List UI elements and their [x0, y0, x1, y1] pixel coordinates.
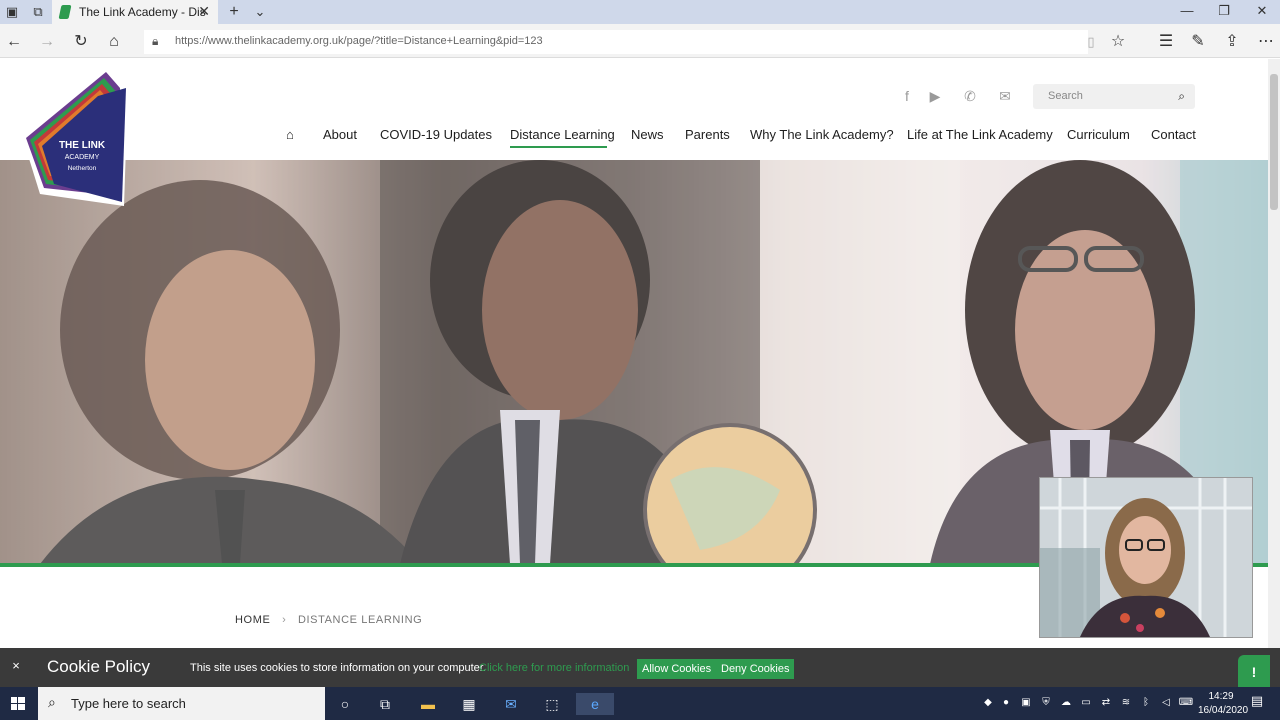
cookie-info-link[interactable]: Click here for more information	[479, 662, 629, 674]
phone-icon[interactable]: ✆	[961, 88, 979, 104]
cookie-message: This site uses cookies to store informat…	[190, 662, 486, 674]
action-center-icon[interactable]: ▤	[1248, 693, 1266, 713]
nav-life-at-link-academy[interactable]: Life at The Link Academy	[907, 127, 1053, 142]
more-menu-icon[interactable]: ⋯	[1256, 32, 1276, 52]
tab-title: The Link Academy - Dis	[79, 5, 206, 19]
cortana-icon[interactable]: ○	[334, 693, 356, 715]
mail-icon[interactable]: ✉	[500, 693, 522, 715]
bluetooth-icon[interactable]: ᛒ	[1138, 697, 1154, 708]
logo-line-3: Netherton	[68, 165, 97, 172]
edge-browser-icon[interactable]: e	[576, 693, 614, 715]
microphone-icon[interactable]: ●	[998, 697, 1014, 708]
battery-icon[interactable]: ▭	[1078, 697, 1094, 708]
breadcrumb-current: DISTANCE LEARNING	[297, 614, 423, 626]
nav-active-indicator	[510, 146, 607, 148]
wifi-icon[interactable]: ≋	[1118, 697, 1134, 708]
clock-time: 14:29	[1208, 691, 1234, 702]
taskbar-clock[interactable]: 14:29 16/04/2020	[1198, 690, 1249, 718]
nav-about[interactable]: About	[323, 127, 357, 142]
email-icon[interactable]: ✉	[996, 88, 1014, 104]
windows-logo-icon	[11, 697, 25, 710]
browser-tab[interactable]: The Link Academy - Dis ✕	[52, 0, 218, 24]
taskbar-search-input[interactable]: ⌕ Type here to search	[38, 687, 325, 720]
set-tabs-aside-icon[interactable]: ⧉	[30, 4, 46, 20]
minimize-window-button[interactable]: —	[1172, 3, 1202, 21]
maximize-window-button[interactable]: ❐	[1209, 3, 1239, 21]
logo-line-1: THE LINK	[59, 140, 106, 151]
allow-cookies-button[interactable]: Allow Cookies	[637, 659, 717, 679]
breadcrumb: HOME › DISTANCE LEARNING	[235, 614, 422, 626]
lock-icon: 🔒︎	[152, 34, 159, 48]
breadcrumb-home[interactable]: HOME	[235, 614, 270, 626]
address-url: https://www.thelinkacademy.org.uk/page/?…	[175, 35, 543, 47]
webcam-overlay	[1039, 477, 1253, 638]
pen-notes-icon[interactable]: ✎	[1188, 32, 1208, 52]
volume-icon[interactable]: ◁	[1158, 697, 1174, 708]
site-favicon-icon	[58, 5, 72, 19]
file-explorer-icon[interactable]: ▬	[417, 693, 439, 715]
presenter-video	[1040, 478, 1252, 637]
nav-curriculum[interactable]: Curriculum	[1067, 127, 1130, 142]
tray-shield-icon[interactable]: ⛨	[1038, 697, 1054, 708]
logo-line-2: ACADEMY	[65, 154, 100, 161]
facebook-icon[interactable]: f	[898, 88, 916, 104]
forward-arrow-icon[interactable]: →	[37, 32, 57, 52]
store-icon[interactable]: ▦	[458, 693, 480, 715]
site-header	[0, 59, 1268, 160]
address-bar[interactable]: 🔒︎ https://www.thelinkacademy.org.uk/pag…	[144, 30, 1088, 54]
cookie-close-button[interactable]: ×	[8, 658, 24, 676]
nav-distance-learning[interactable]: Distance Learning	[510, 127, 615, 142]
site-search-input[interactable]: Search ⌕	[1033, 84, 1195, 109]
nav-why-link-academy[interactable]: Why The Link Academy?	[750, 127, 894, 142]
logo-book-graphic: THE LINK ACADEMY Netherton	[22, 66, 128, 206]
cookie-title: Cookie Policy	[47, 657, 150, 676]
favorites-list-icon[interactable]: ☰	[1156, 32, 1176, 52]
nav-home-icon[interactable]: ⌂	[286, 127, 294, 142]
language-icon[interactable]: ⌨	[1178, 697, 1194, 708]
alert-exclamation-icon[interactable]: !	[1238, 655, 1270, 687]
start-button[interactable]	[0, 687, 36, 720]
search-icon[interactable]: ⌕	[1178, 89, 1185, 104]
new-tab-button[interactable]: +	[226, 4, 242, 20]
nav-news[interactable]: News	[631, 127, 664, 142]
scrollbar-thumb[interactable]	[1270, 74, 1278, 210]
snipping-tool-icon[interactable]: ⬚	[541, 693, 563, 715]
back-arrow-icon[interactable]: ←	[4, 32, 24, 52]
site-logo[interactable]: THE LINK ACADEMY Netherton	[20, 66, 128, 210]
nav-contact[interactable]: Contact	[1151, 127, 1196, 142]
nav-covid-updates[interactable]: COVID-19 Updates	[380, 127, 492, 142]
home-button-icon[interactable]: ⌂	[104, 32, 124, 52]
favorite-star-icon[interactable]: ☆	[1108, 32, 1128, 52]
refresh-icon[interactable]: ↻	[71, 32, 91, 52]
youtube-icon[interactable]: ▶	[926, 88, 944, 104]
taskbar-search-placeholder: Type here to search	[71, 696, 186, 711]
task-view-icon[interactable]: ⧉	[374, 693, 396, 715]
search-placeholder: Search	[1048, 90, 1083, 102]
tray-monitor-icon[interactable]: ▣	[1018, 697, 1034, 708]
deny-cookies-button[interactable]: Deny Cookies	[716, 659, 795, 679]
tab-list-chevron-icon[interactable]: ⌄	[252, 4, 268, 20]
tab-actions-icon[interactable]: ▣	[4, 4, 20, 20]
breadcrumb-separator: ›	[282, 614, 287, 626]
clock-date: 16/04/2020	[1198, 705, 1249, 716]
reading-view-icon[interactable]: ▯	[1081, 32, 1101, 52]
tab-close-icon[interactable]: ✕	[198, 3, 210, 20]
nav-parents[interactable]: Parents	[685, 127, 730, 142]
share-icon[interactable]: ⇪	[1222, 32, 1242, 52]
usb-icon[interactable]: ⇄	[1098, 697, 1114, 708]
close-window-button[interactable]: ✕	[1247, 3, 1277, 21]
onedrive-icon[interactable]: ☁	[1058, 697, 1074, 708]
taskbar-search-icon: ⌕	[48, 694, 56, 710]
tray-app-icon[interactable]: ◆	[980, 697, 996, 708]
